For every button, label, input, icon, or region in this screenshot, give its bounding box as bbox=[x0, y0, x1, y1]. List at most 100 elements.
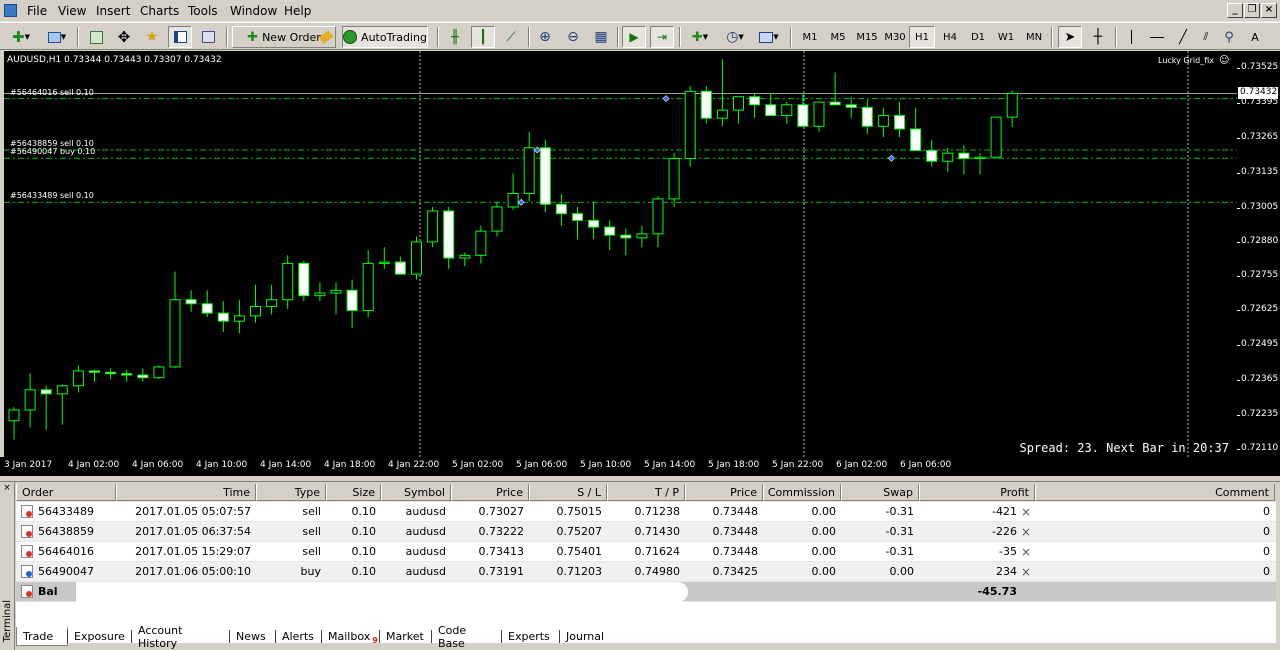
zoom-in-button[interactable]: ⊕ bbox=[533, 26, 557, 48]
autoscroll-button[interactable]: ▶ bbox=[622, 26, 646, 48]
trendline-button[interactable]: ╱ bbox=[1172, 26, 1194, 48]
close-order-icon[interactable]: × bbox=[1021, 565, 1031, 579]
table-cell-profit: 234 × bbox=[919, 562, 1035, 581]
timeframe-mn[interactable]: MN bbox=[1021, 26, 1047, 48]
terminal-toggle-button[interactable] bbox=[168, 26, 192, 48]
menu-file[interactable]: File bbox=[24, 4, 50, 18]
column-header[interactable]: Commission bbox=[763, 484, 841, 501]
candle bbox=[990, 116, 1002, 159]
menu-tools[interactable]: Tools bbox=[185, 4, 221, 18]
close-order-icon[interactable]: × bbox=[1021, 525, 1031, 539]
column-header[interactable]: Order bbox=[16, 484, 116, 501]
tab-exposure[interactable]: Exposure bbox=[68, 627, 132, 646]
timeframe-m30[interactable]: M30 bbox=[881, 26, 909, 48]
table-row[interactable]: 56438859 2017.01.05 06:37:54 sell 0.10 audus… bbox=[16, 522, 1276, 542]
crosshair-button[interactable]: ┼ bbox=[1086, 26, 1110, 48]
order-line-label: #56490047 buy 0.10 bbox=[10, 147, 96, 157]
candle bbox=[926, 139, 938, 167]
tab-journal[interactable]: Journal bbox=[560, 627, 614, 646]
table-row[interactable]: 56433489 2017.01.05 05:07:57 sell 0.10 audus… bbox=[16, 502, 1276, 522]
column-header[interactable]: Price bbox=[451, 484, 529, 501]
close-button[interactable]: × bbox=[1261, 3, 1277, 18]
tab-trade[interactable]: Trade bbox=[16, 627, 68, 646]
timeframe-m1[interactable]: M1 bbox=[797, 26, 823, 48]
menu-view[interactable]: View bbox=[55, 4, 89, 18]
table-cell-comment: 0 bbox=[1035, 522, 1275, 541]
table-row[interactable]: 56490047 2017.01.06 05:00:10 buy 0.10 audusd… bbox=[16, 562, 1276, 582]
cell-value: 56433489 bbox=[38, 505, 94, 518]
tile-windows-button[interactable]: ▦ bbox=[589, 26, 613, 48]
tab-experts[interactable]: Experts bbox=[502, 627, 560, 646]
market-watch-button[interactable] bbox=[84, 26, 108, 48]
column-header[interactable]: Profit bbox=[919, 484, 1035, 501]
bar-chart-button[interactable]: ╫ bbox=[443, 26, 467, 48]
column-header[interactable]: Type bbox=[256, 484, 326, 501]
menu-window[interactable]: Window bbox=[227, 4, 280, 18]
templates-button[interactable]: ▼ bbox=[754, 26, 784, 48]
minimize-button[interactable]: _ bbox=[1227, 3, 1243, 18]
vertical-line-button[interactable] bbox=[1120, 26, 1142, 48]
terminal-close-icon[interactable]: × bbox=[2, 484, 12, 494]
timeframe-m5[interactable]: M5 bbox=[825, 26, 851, 48]
favorites-button[interactable]: ★ bbox=[140, 26, 164, 48]
metaeditor-button[interactable] bbox=[314, 26, 338, 48]
menu-insert[interactable]: Insert bbox=[93, 4, 133, 18]
close-order-icon[interactable]: × bbox=[1021, 545, 1031, 559]
column-header[interactable]: Price bbox=[685, 484, 763, 501]
tab-alerts[interactable]: Alerts bbox=[276, 627, 322, 646]
profiles-button[interactable]: ▼ bbox=[42, 26, 72, 48]
column-header[interactable]: Swap bbox=[841, 484, 919, 501]
timeframe-h1[interactable]: H1 bbox=[909, 26, 935, 48]
tab-account-history[interactable]: Account History bbox=[132, 624, 230, 650]
column-header[interactable]: T / P bbox=[607, 484, 685, 501]
sell-order-icon bbox=[21, 505, 33, 518]
fibonacci-button[interactable]: ⚲ bbox=[1218, 26, 1240, 48]
horizontal-line-button[interactable] bbox=[1146, 26, 1168, 48]
periods-button[interactable]: ◷ ▼ bbox=[720, 26, 750, 48]
table-row[interactable]: 56464016 2017.01.05 15:29:07 sell 0.10 audus… bbox=[16, 542, 1276, 562]
table-cell-type: sell bbox=[256, 542, 326, 561]
close-order-icon[interactable]: × bbox=[1021, 505, 1031, 519]
price-tick-label: 0.72880 bbox=[1241, 235, 1279, 246]
column-header[interactable]: Time bbox=[116, 484, 256, 501]
candle bbox=[604, 220, 616, 250]
autotrading-button[interactable]: AutoTrading bbox=[342, 26, 428, 48]
chart-shift-button[interactable]: ⇥ bbox=[650, 26, 674, 48]
tab-market[interactable]: Market bbox=[380, 627, 432, 646]
column-header[interactable]: Size bbox=[326, 484, 381, 501]
menu-charts[interactable]: Charts bbox=[137, 4, 182, 18]
new-chart-button[interactable]: ✚ ▼ bbox=[4, 26, 38, 48]
order-marker bbox=[533, 146, 541, 154]
tab-code-base[interactable]: Code Base bbox=[432, 624, 502, 650]
candle bbox=[89, 369, 100, 382]
tab-label: Mailbox bbox=[328, 630, 371, 643]
spread-info: Spread: 23. Next Bar in 20:37 bbox=[1019, 441, 1229, 455]
cell-value: -421 bbox=[992, 505, 1017, 518]
price-chart[interactable]: AUDUSD,H1 0.73344 0.73443 0.73307 0.7343… bbox=[4, 51, 1237, 457]
channel-icon: ⫽ bbox=[1203, 30, 1209, 43]
timeframe-m15[interactable]: M15 bbox=[853, 26, 881, 48]
table-cell-swap: -0.31 bbox=[841, 542, 919, 561]
column-header[interactable]: Symbol bbox=[381, 484, 451, 501]
restore-button[interactable]: ❐ bbox=[1244, 3, 1260, 18]
menu-help[interactable]: Help bbox=[281, 4, 314, 18]
text-label-button[interactable]: A bbox=[1244, 26, 1266, 48]
table-cell-cur: 0.73448 bbox=[685, 502, 763, 521]
line-chart-button[interactable]: ⟋ bbox=[499, 26, 523, 48]
trendline-icon: ╱ bbox=[1179, 29, 1187, 45]
timeframe-w1[interactable]: W1 bbox=[993, 26, 1019, 48]
timeframe-d1[interactable]: D1 bbox=[965, 26, 991, 48]
navigator-button[interactable]: ✥ bbox=[112, 26, 136, 48]
column-header[interactable]: S / L bbox=[529, 484, 607, 501]
channel-button[interactable]: ⫽ bbox=[1196, 26, 1216, 48]
column-header[interactable]: Comment bbox=[1035, 484, 1275, 501]
tab-mailbox[interactable]: Mailbox 9 bbox=[322, 627, 380, 646]
cursor-button[interactable]: ➤ bbox=[1058, 26, 1082, 48]
tab-news[interactable]: News bbox=[230, 627, 276, 646]
zoom-out-button[interactable]: ⊖ bbox=[561, 26, 585, 48]
table-cell-time: 2017.01.06 05:00:10 bbox=[116, 562, 256, 581]
indicators-button[interactable]: ✚ ▼ bbox=[684, 26, 716, 48]
strategy-tester-button[interactable] bbox=[196, 26, 220, 48]
candlestick-button[interactable]: ┃ bbox=[471, 26, 495, 48]
timeframe-h4[interactable]: H4 bbox=[937, 26, 963, 48]
